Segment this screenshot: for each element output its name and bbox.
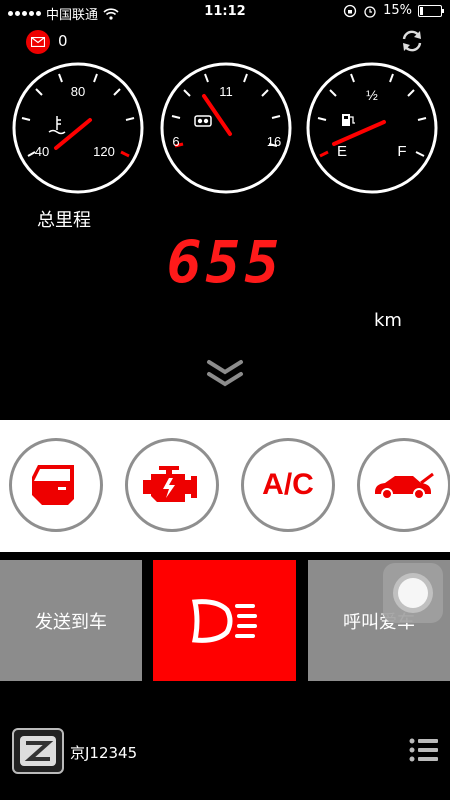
door-button[interactable] [9, 438, 103, 532]
message-count: 0 [58, 32, 68, 50]
car-trunk-icon [375, 472, 434, 500]
engine-warning-icon [143, 466, 197, 502]
temp-tick-high: 120 [93, 144, 115, 159]
license-plate: 京J12345 [70, 744, 138, 762]
ac-button[interactable]: A/C [241, 438, 335, 532]
odometer-label: 总里程 [37, 210, 91, 231]
odometer-digits: 655 [167, 232, 284, 290]
rpm-tick-high: 16 [267, 134, 281, 149]
battery-icon [418, 4, 444, 17]
status-bar: 中国联通 11:12 15% [0, 0, 450, 24]
brand-logo [12, 728, 64, 774]
alarm-icon [364, 5, 376, 18]
fuel-gauge: E ½ F [304, 60, 440, 196]
car-door-icon [32, 465, 74, 505]
assistive-touch-button[interactable] [383, 563, 443, 623]
message-icon[interactable] [26, 30, 50, 54]
headlight-button[interactable] [153, 560, 296, 681]
temperature-gauge: 40 80 120 [10, 60, 146, 196]
control-panel: A/C [0, 420, 450, 552]
status-right: 15% [343, 3, 444, 18]
orientation-lock-icon [343, 4, 357, 17]
engine-button[interactable] [125, 438, 219, 532]
menu-icon[interactable] [409, 738, 439, 762]
fuel-tick-half: ½ [366, 87, 378, 103]
send-to-car-label: 发送到车 [35, 611, 107, 633]
temp-tick-mid: 80 [71, 84, 85, 99]
battery-percent: 15% [383, 3, 412, 18]
headlight-icon [191, 598, 257, 643]
battery-fill [420, 6, 423, 15]
trunk-button[interactable] [357, 438, 450, 532]
rpm-tick-low: 6 [172, 134, 179, 149]
send-to-car-button[interactable]: 发送到车 [0, 560, 142, 681]
temp-tick-low: 40 [35, 144, 49, 159]
odometer-unit: km [374, 310, 402, 331]
rpm-tick-mid: 11 [219, 84, 233, 99]
odometer-value: 655 [0, 232, 450, 294]
chevron-down-icon[interactable] [205, 358, 245, 388]
fuel-tick-full: F [397, 143, 406, 160]
refresh-icon[interactable] [399, 28, 425, 54]
ac-label: A/C [262, 468, 314, 501]
fuel-tick-empty: E [337, 143, 347, 160]
rpm-gauge: 6 11 16 [158, 60, 294, 196]
